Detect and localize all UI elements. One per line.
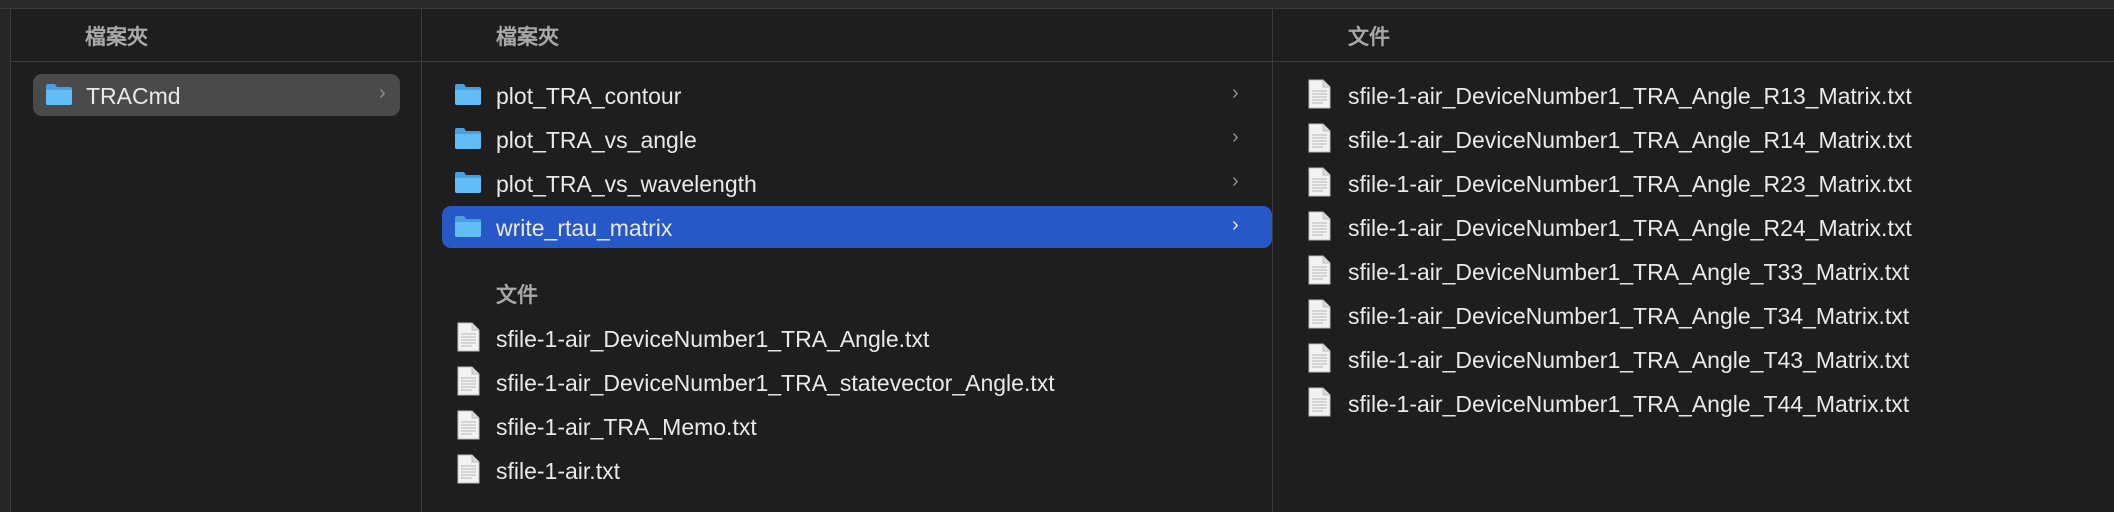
file-name: sfile-1-air_DeviceNumber1_TRA_Angle.txt <box>496 326 930 352</box>
file-row[interactable]: sfile-1-air_DeviceNumber1_TRA_Angle_R14_… <box>1293 118 2093 160</box>
files-section-label: 文件 <box>496 283 538 307</box>
file-row[interactable]: sfile-1-air_DeviceNumber1_TRA_Angle_T44_… <box>1293 382 2093 424</box>
chevron-right-icon: › <box>1232 214 1239 236</box>
file-row[interactable]: sfile-1-air_DeviceNumber1_TRA_Angle_T33_… <box>1293 250 2093 292</box>
column-1-header: 檔案夾 <box>11 9 421 62</box>
folder-name: plot_TRA_vs_wavelength <box>496 171 757 197</box>
file-name: sfile-1-air_DeviceNumber1_TRA_Angle_T33_… <box>1348 259 1910 285</box>
file-row[interactable]: sfile-1-air_DeviceNumber1_TRA_Angle_R24_… <box>1293 206 2093 248</box>
file-row[interactable]: sfile-1-air_DeviceNumber1_TRA_Angle_R23_… <box>1293 162 2093 204</box>
folder-name: plot_TRA_vs_angle <box>496 127 697 153</box>
folder-row-plot-tra-contour[interactable]: plot_TRA_contour › <box>442 74 1252 116</box>
file-row[interactable]: sfile-1-air_DeviceNumber1_TRA_Angle.txt <box>442 317 1252 359</box>
text-document-icon <box>1308 79 1331 109</box>
column-3-header: 文件 <box>1273 9 2114 62</box>
file-row[interactable]: sfile-1-air_DeviceNumber1_TRA_Angle_R13_… <box>1293 74 2093 116</box>
column-2: 檔案夾 plot_TRA_contour › plot_TRA_vs_angle… <box>422 9 1272 512</box>
chevron-right-icon: › <box>1232 82 1239 104</box>
folders-section-label: 檔案夾 <box>85 25 148 49</box>
column-2-header: 檔案夾 <box>422 9 1272 62</box>
folder-icon <box>455 216 481 237</box>
file-row[interactable]: sfile-1-air_DeviceNumber1_TRA_Angle_T43_… <box>1293 338 2093 380</box>
text-document-icon <box>1308 299 1331 329</box>
column-1: 檔案夾 TRACmd › <box>11 9 421 512</box>
folder-row-plot-tra-vs-wavelength[interactable]: plot_TRA_vs_wavelength › <box>442 162 1252 204</box>
folder-icon <box>455 128 481 149</box>
file-row[interactable]: sfile-1-air_DeviceNumber1_TRA_Angle_T34_… <box>1293 294 2093 336</box>
text-document-icon <box>1308 387 1331 417</box>
file-name: sfile-1-air_DeviceNumber1_TRA_statevecto… <box>496 370 1055 396</box>
folder-name: TRACmd <box>86 83 181 109</box>
folder-row-tracmd[interactable]: TRACmd › <box>33 74 400 116</box>
folder-icon <box>455 172 481 193</box>
column-3: 文件 sfile-1-air_DeviceNumber1_TRA_Angle_R… <box>1273 9 2114 512</box>
file-row[interactable]: sfile-1-air_TRA_Memo.txt <box>442 405 1252 447</box>
folder-icon <box>46 84 72 105</box>
folder-icon <box>455 84 481 105</box>
file-name: sfile-1-air_DeviceNumber1_TRA_Angle_T43_… <box>1348 347 1910 373</box>
text-document-icon <box>1308 211 1331 241</box>
folder-name: write_rtau_matrix <box>496 215 673 241</box>
file-name: sfile-1-air_DeviceNumber1_TRA_Angle_T44_… <box>1348 391 1910 417</box>
chevron-right-icon: › <box>1232 126 1239 148</box>
text-document-icon <box>457 410 480 440</box>
text-document-icon <box>457 366 480 396</box>
folder-name: plot_TRA_contour <box>496 83 682 109</box>
file-row[interactable]: sfile-1-air.txt <box>442 449 1252 491</box>
file-name: sfile-1-air_DeviceNumber1_TRA_Angle_R23_… <box>1348 171 1912 197</box>
text-document-icon <box>1308 343 1331 373</box>
text-document-icon <box>1308 167 1331 197</box>
text-document-icon <box>1308 255 1331 285</box>
chevron-right-icon: › <box>379 82 386 104</box>
chevron-right-icon: › <box>1232 170 1239 192</box>
folder-row-write-rtau-matrix[interactable]: write_rtau_matrix › <box>442 206 1272 248</box>
file-row[interactable]: sfile-1-air_DeviceNumber1_TRA_statevecto… <box>442 361 1252 403</box>
file-name: sfile-1-air.txt <box>496 458 620 484</box>
file-name: sfile-1-air_TRA_Memo.txt <box>496 414 757 440</box>
text-document-icon <box>1308 123 1331 153</box>
folder-row-plot-tra-vs-angle[interactable]: plot_TRA_vs_angle › <box>442 118 1252 160</box>
text-document-icon <box>457 322 480 352</box>
folders-section-label: 檔案夾 <box>496 25 559 49</box>
window-top-bar <box>0 0 2114 9</box>
file-name: sfile-1-air_DeviceNumber1_TRA_Angle_T34_… <box>1348 303 1910 329</box>
file-name: sfile-1-air_DeviceNumber1_TRA_Angle_R14_… <box>1348 127 1912 153</box>
text-document-icon <box>457 454 480 484</box>
previous-column-edge[interactable] <box>0 9 11 512</box>
files-section-label: 文件 <box>1348 25 1390 49</box>
file-name: sfile-1-air_DeviceNumber1_TRA_Angle_R24_… <box>1348 215 1912 241</box>
file-name: sfile-1-air_DeviceNumber1_TRA_Angle_R13_… <box>1348 83 1912 109</box>
